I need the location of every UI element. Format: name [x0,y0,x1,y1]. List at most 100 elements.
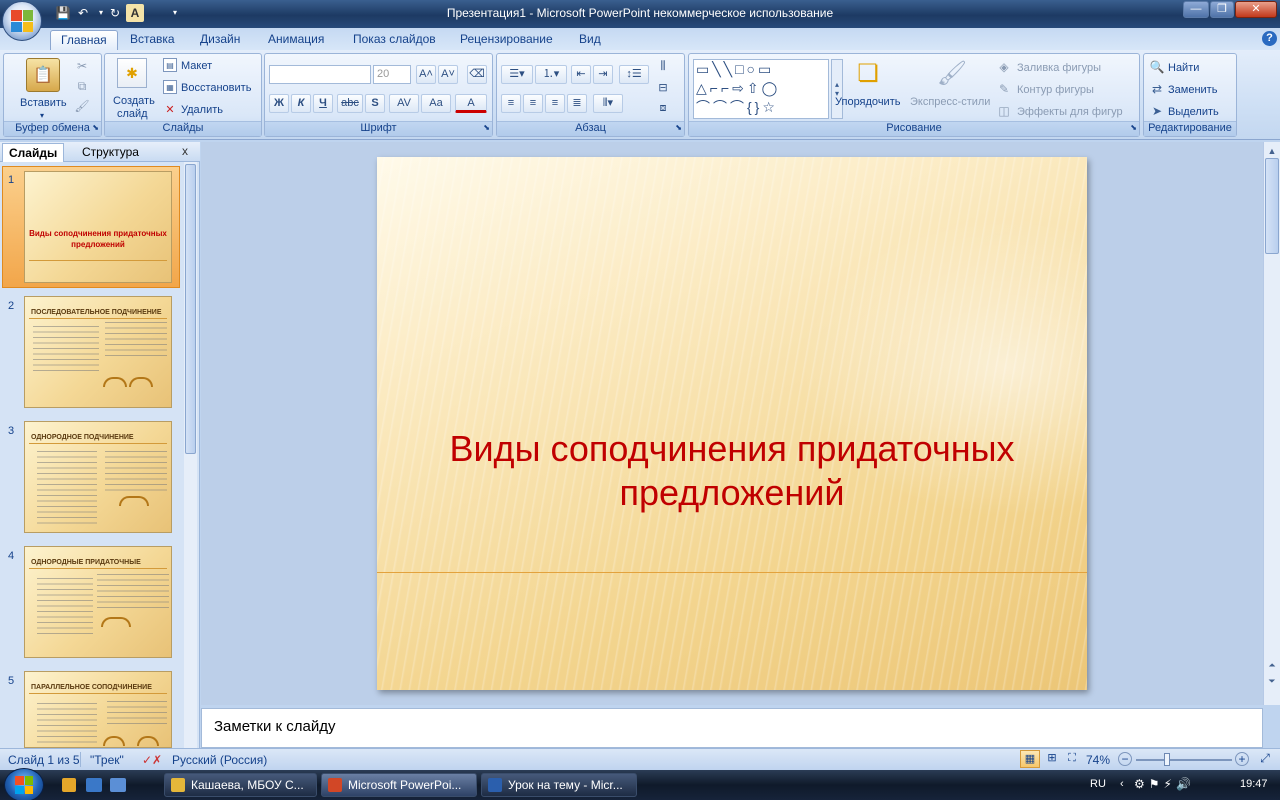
find-button[interactable]: Найти [1168,61,1199,75]
strikethrough-button[interactable]: abc [337,94,363,113]
justify-icon[interactable]: ≣ [567,94,587,113]
language-indicator[interactable]: Русский (Россия) [172,753,267,767]
shrink-font-icon[interactable]: A˅ [438,65,458,84]
notes-pane[interactable]: Заметки к слайду [201,708,1263,748]
font-family-box[interactable] [269,65,371,84]
taskbar-item-folder[interactable]: Кашаева, МБОУ С... [164,773,317,797]
replace-button[interactable]: Заменить [1168,83,1217,97]
previous-slide-icon[interactable]: ⏶ [1265,658,1279,672]
help-icon[interactable]: ? [1262,31,1277,46]
tab-view[interactable]: Вид [569,30,611,50]
zoom-out-icon[interactable]: − [1118,752,1132,766]
select-button[interactable]: Выделить [1168,105,1219,119]
shape-fill-button[interactable]: Заливка фигуры [1017,61,1101,75]
tab-design[interactable]: Дизайн [190,30,250,50]
font-size-box[interactable]: 20 [373,65,411,84]
font-color-icon[interactable]: A [126,4,144,22]
tab-insert[interactable]: Вставка [120,30,185,50]
layout-button[interactable]: Макет [181,59,212,73]
clock[interactable]: 19:47 [1240,778,1268,790]
paste-button[interactable]: Вставить [20,96,67,110]
font-launcher-icon[interactable]: ⬊ [483,121,490,135]
font-color-button[interactable]: A [455,94,487,113]
shapes-gallery[interactable]: ▭╲╲□○▭ △⌐⌐⇨⇧◯ ⌒⌒⌒{}☆ [693,59,829,119]
numbering-icon[interactable]: ⒈▾ [535,65,567,84]
slides-pane-scroll-thumb[interactable] [185,164,196,454]
shape-outline-button[interactable]: Контур фигуры [1017,83,1094,97]
minimize-button[interactable]: — [1183,1,1209,18]
slide-title[interactable]: Виды соподчинения придаточных предложени… [397,427,1067,515]
taskbar-item-word[interactable]: Урок на тему - Micr... [481,773,637,797]
shape-outline-icon[interactable]: ✎ [997,82,1011,96]
format-painter-icon[interactable]: 🖌 [74,98,90,114]
zoom-level[interactable]: 74% [1086,753,1110,767]
slide-thumbnail-2[interactable]: ПОСЛЕДОВАТЕЛЬНОЕ ПОДЧИНЕНИЕ [24,296,172,408]
shadow-button[interactable]: S [365,94,385,113]
tab-outline[interactable]: Структура [76,143,145,162]
line-spacing-icon[interactable]: ↕☰ [619,65,649,84]
shape-effects-icon[interactable]: ◫ [997,104,1011,118]
quick-styles-button[interactable]: Экспресс-стили [910,95,990,109]
redo-icon[interactable]: ↻ [106,4,124,22]
underline-button[interactable]: Ч [313,94,333,113]
paragraph-launcher-icon[interactable]: ⬊ [675,121,682,135]
office-button[interactable] [2,1,42,41]
maximize-button[interactable]: ❐ [1210,1,1234,18]
quicklaunch-explorer-icon[interactable] [62,778,76,792]
text-direction-icon[interactable]: ⫼ [653,58,673,77]
decrease-indent-icon[interactable]: ⇤ [571,65,591,84]
paste-icon[interactable]: 📋 [26,58,60,92]
spacing-button[interactable]: AV [389,94,419,113]
customize-qat-icon[interactable]: ▾ [166,4,184,22]
zoom-slider[interactable] [1136,759,1232,761]
scroll-up-icon[interactable]: ▲ [1265,144,1279,158]
find-icon[interactable]: 🔍 [1150,60,1165,74]
spellcheck-icon[interactable]: ✓✗ [142,753,162,767]
align-text-icon[interactable]: ⊟ [653,80,673,99]
tray-expand-icon[interactable]: ‹ [1120,778,1124,790]
slides-pane-scrollbar[interactable] [184,162,197,748]
increase-indent-icon[interactable]: ⇥ [593,65,613,84]
quicklaunch-desktop-icon[interactable] [86,778,102,792]
tab-review[interactable]: Рецензирование [450,30,563,50]
new-slide-icon[interactable]: ✱ [117,58,147,88]
close-pane-icon[interactable]: x [182,144,188,158]
select-icon[interactable]: ➤ [1150,104,1164,118]
italic-button[interactable]: К [291,94,311,113]
input-language[interactable]: RU [1090,778,1106,790]
bold-button[interactable]: Ж [269,94,289,113]
slideshow-view-icon[interactable]: ⛶ [1062,750,1082,768]
delete-icon[interactable]: ✕ [163,102,177,116]
delete-button[interactable]: Удалить [181,103,223,117]
slide-thumbnail-5[interactable]: ПАРАЛЛЕЛЬНОЕ СОПОДЧИНЕНИЕ [24,671,172,748]
tray-icons[interactable]: ⚙⚑⚡🔊 [1134,777,1195,791]
fit-to-window-icon[interactable]: ⤢ [1256,751,1274,767]
new-slide-label-2[interactable]: слайд [117,107,148,121]
align-right-icon[interactable]: ≡ [545,94,565,113]
current-slide[interactable]: Виды соподчинения придаточных предложени… [377,157,1087,690]
taskbar-item-powerpoint[interactable]: Microsoft PowerPoi... [321,773,477,797]
arrange-icon[interactable]: ❏ [851,56,885,90]
copy-icon[interactable]: ⧉ [74,78,90,94]
tab-home[interactable]: Главная [50,30,118,50]
tab-slideshow[interactable]: Показ слайдов [343,30,446,50]
cut-icon[interactable]: ✂ [74,58,90,74]
tab-animation[interactable]: Анимация [258,30,334,50]
clipboard-launcher-icon[interactable]: ⬊ [92,121,99,135]
smartart-icon[interactable]: ⧈ [653,100,673,119]
undo-icon[interactable]: ↶ [74,4,92,22]
clear-format-icon[interactable]: ⌫ [467,65,487,84]
new-slide-label[interactable]: Создать [113,94,155,108]
zoom-slider-thumb[interactable] [1164,753,1170,766]
align-center-icon[interactable]: ≡ [523,94,543,113]
shapes-gallery-scroll[interactable]: ▴ ▾ [831,59,843,119]
reset-icon[interactable]: ▦ [163,80,177,94]
slide-thumbnail-3[interactable]: ОДНОРОДНОЕ ПОДЧИНЕНИЕ [24,421,172,533]
reset-button[interactable]: Восстановить [181,81,251,95]
start-button[interactable] [4,768,44,800]
grow-font-icon[interactable]: A˄ [416,65,436,84]
slide-sorter-icon[interactable]: ⊞ [1042,750,1062,768]
bullets-icon[interactable]: ☰▾ [501,65,533,84]
drawing-launcher-icon[interactable]: ⬊ [1130,121,1137,135]
next-slide-icon[interactable]: ⏷ [1265,674,1279,688]
